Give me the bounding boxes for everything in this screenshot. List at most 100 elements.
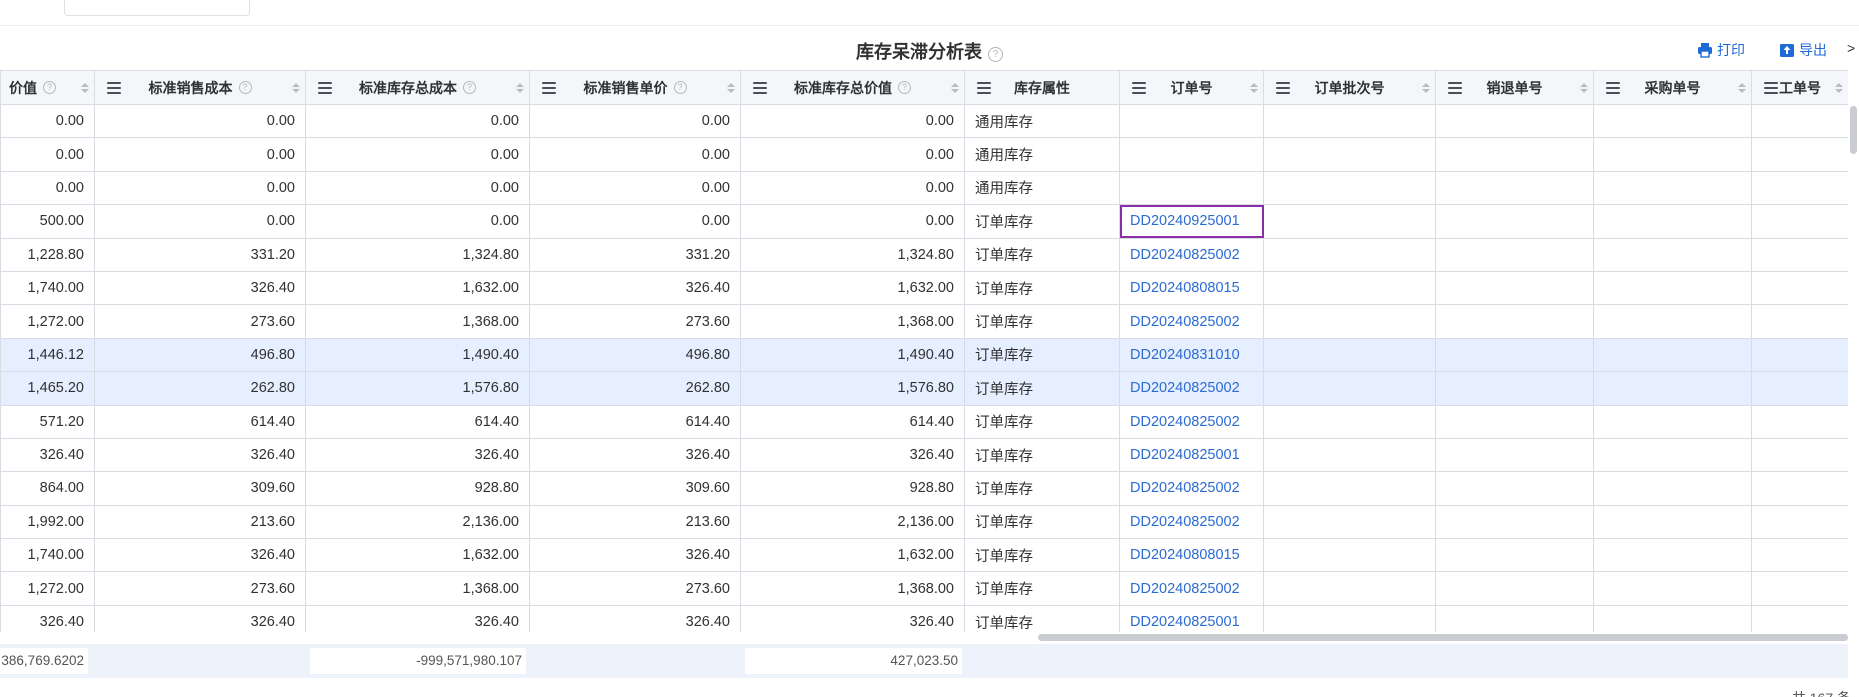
sort-icon[interactable]: [1422, 83, 1430, 93]
column-header[interactable]: 工单号: [1751, 70, 1848, 105]
table-cell: [1263, 404, 1436, 439]
vertical-scroll-thumb[interactable]: [1850, 106, 1857, 154]
stock-attribute-cell: 订单库存: [964, 538, 1120, 573]
table-cell: [1751, 103, 1848, 139]
help-icon[interactable]: ?: [463, 81, 476, 94]
column-menu-icon[interactable]: [1764, 82, 1778, 97]
sort-icon[interactable]: [727, 83, 735, 93]
table-cell: [1593, 571, 1752, 606]
export-button[interactable]: 导出: [1779, 40, 1827, 60]
column-menu-icon[interactable]: [542, 82, 556, 97]
more-arrow-icon[interactable]: >: [1847, 40, 1855, 56]
column-menu-icon[interactable]: [753, 82, 767, 97]
number-cell: 0.00: [305, 137, 530, 172]
table-row[interactable]: 0.00 0.00 0.00 0.00 0.00 通用库存: [0, 170, 1848, 206]
sort-icon[interactable]: [951, 83, 959, 93]
column-menu-icon[interactable]: [1606, 82, 1620, 97]
stock-attribute-cell: 通用库存: [964, 170, 1120, 206]
stock-attribute-cell: 通用库存: [964, 103, 1120, 139]
number-cell: 1,446.12: [0, 337, 95, 373]
number-cell: 326.40: [740, 604, 965, 632]
table-row[interactable]: 1,992.00 213.60 2,136.00 213.60 2,136.00 订单库存…: [0, 504, 1848, 540]
order-number-link[interactable]: DD20240925001: [1119, 204, 1264, 239]
table-cell: [1751, 504, 1848, 540]
column-menu-icon[interactable]: [1132, 82, 1146, 97]
number-cell: 0.00: [529, 204, 741, 239]
help-icon[interactable]: ?: [238, 81, 252, 94]
order-number-link[interactable]: DD20240825002: [1119, 571, 1264, 606]
table-row[interactable]: 1,228.80 331.20 1,324.80 331.20 1,324.80 订单库存…: [0, 237, 1848, 272]
column-menu-icon[interactable]: [977, 82, 991, 97]
help-icon[interactable]: ?: [988, 46, 1003, 62]
number-cell: 1,992.00: [0, 504, 95, 540]
print-button[interactable]: 打印: [1697, 40, 1745, 60]
table-row[interactable]: 326.40 326.40 326.40 326.40 326.40 订单库存 DD2024…: [0, 604, 1848, 632]
order-number-link: [1119, 103, 1264, 139]
table-row[interactable]: 1,740.00 326.40 1,632.00 326.40 1,632.00 订单库存…: [0, 538, 1848, 573]
table-row[interactable]: 1,272.00 273.60 1,368.00 273.60 1,368.00 订单库存…: [0, 571, 1848, 606]
table-row[interactable]: 0.00 0.00 0.00 0.00 0.00 通用库存: [0, 137, 1848, 172]
column-header[interactable]: 销退单号: [1435, 70, 1594, 105]
order-number-link[interactable]: DD20240825002: [1119, 504, 1264, 540]
order-number-link[interactable]: DD20240831010: [1119, 337, 1264, 373]
column-menu-icon[interactable]: [318, 82, 332, 97]
column-header[interactable]: 订单号: [1119, 70, 1264, 105]
table-row[interactable]: 1,740.00 326.40 1,632.00 326.40 1,632.00 订单库存…: [0, 270, 1848, 306]
table-row[interactable]: 1,446.12 496.80 1,490.40 496.80 1,490.40 订单库存…: [0, 337, 1848, 373]
column-menu-icon[interactable]: [107, 82, 121, 97]
number-cell: 273.60: [529, 571, 741, 606]
sort-icon[interactable]: [292, 83, 300, 93]
order-number-link[interactable]: DD20240825002: [1119, 371, 1264, 406]
divider: [0, 25, 1859, 26]
order-number-link[interactable]: DD20240825002: [1119, 304, 1264, 339]
column-menu-icon[interactable]: [1276, 82, 1290, 97]
table-row[interactable]: 1,272.00 273.60 1,368.00 273.60 1,368.00 订单库存…: [0, 304, 1848, 339]
sort-icon[interactable]: [516, 83, 524, 93]
sort-icon[interactable]: [1835, 83, 1843, 93]
column-header[interactable]: 库存属性: [964, 70, 1120, 105]
table-row[interactable]: 1,465.20 262.80 1,576.80 262.80 1,576.80 订单库存…: [0, 371, 1848, 406]
order-number-link[interactable]: DD20240825002: [1119, 237, 1264, 272]
sort-icon[interactable]: [1250, 83, 1258, 93]
sort-icon[interactable]: [1580, 83, 1588, 93]
filter-input[interactable]: [64, 0, 250, 16]
printer-icon: [1698, 43, 1712, 58]
number-cell: 326.40: [94, 538, 306, 573]
order-number-link[interactable]: DD20240808015: [1119, 270, 1264, 306]
help-icon[interactable]: ?: [898, 81, 911, 94]
table-cell: [1751, 404, 1848, 439]
column-header[interactable]: 订单批次号: [1263, 70, 1436, 105]
column-header[interactable]: 标准库存总价值?: [740, 70, 965, 105]
table-cell: [1263, 604, 1436, 632]
table-cell: [1435, 304, 1594, 339]
table-row[interactable]: 864.00 309.60 928.80 309.60 928.80 订单库存 DD2024…: [0, 471, 1848, 506]
column-header[interactable]: 标准销售单价?: [529, 70, 741, 105]
table-row[interactable]: 326.40 326.40 326.40 326.40 326.40 订单库存 DD2024…: [0, 437, 1848, 473]
sort-icon[interactable]: [81, 83, 89, 93]
order-number-link[interactable]: DD20240825001: [1119, 604, 1264, 632]
table-row[interactable]: 571.20 614.40 614.40 614.40 614.40 订单库存 DD2024…: [0, 404, 1848, 439]
column-header[interactable]: 标准库存总成本?: [305, 70, 530, 105]
table-cell: [1263, 237, 1436, 272]
help-icon[interactable]: ?: [43, 81, 56, 94]
column-header[interactable]: 标准销售成本?: [94, 70, 306, 105]
table-cell: [1751, 471, 1848, 506]
sort-icon[interactable]: [1738, 83, 1746, 93]
column-header[interactable]: 价值?: [0, 70, 95, 105]
order-number-link[interactable]: DD20240825001: [1119, 437, 1264, 473]
order-number-link[interactable]: DD20240825002: [1119, 404, 1264, 439]
table-row[interactable]: 0.00 0.00 0.00 0.00 0.00 通用库存: [0, 103, 1848, 139]
column-header[interactable]: 采购单号: [1593, 70, 1752, 105]
number-cell: 326.40: [94, 604, 306, 632]
order-number-link[interactable]: DD20240808015: [1119, 538, 1264, 573]
number-cell: 1,632.00: [740, 538, 965, 573]
horizontal-scrollbar[interactable]: [0, 632, 1848, 642]
number-cell: 331.20: [529, 237, 741, 272]
table-row[interactable]: 500.00 0.00 0.00 0.00 0.00 订单库存 DD20240925001: [0, 204, 1848, 239]
report-header: 库存呆滞分析表? 打印 导出 >: [0, 30, 1859, 70]
horizontal-scroll-thumb[interactable]: [1038, 634, 1848, 641]
order-number-link[interactable]: DD20240825002: [1119, 471, 1264, 506]
number-cell: 0.00: [740, 137, 965, 172]
column-menu-icon[interactable]: [1448, 82, 1462, 97]
help-icon[interactable]: ?: [673, 81, 687, 94]
